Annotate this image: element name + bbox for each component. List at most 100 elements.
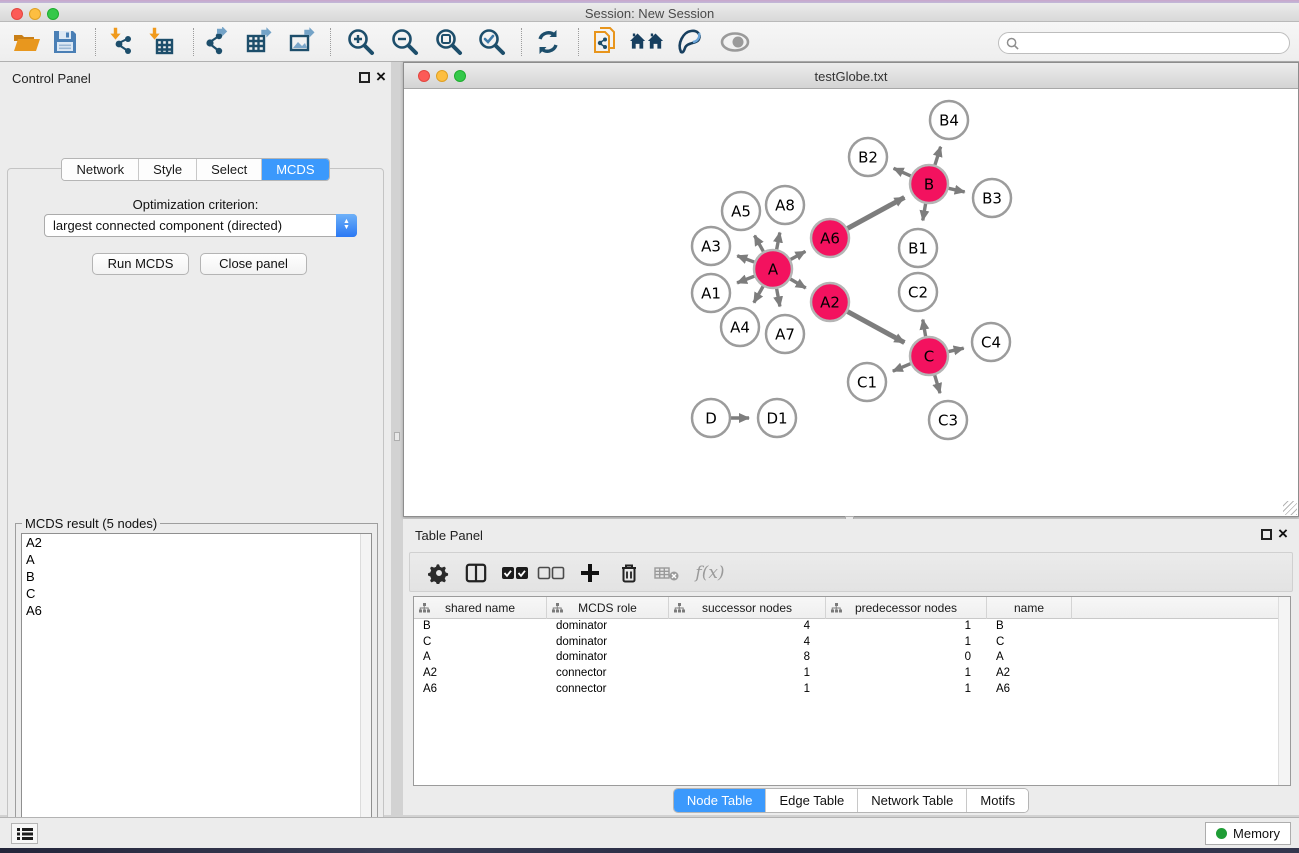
column-header-name[interactable]: name	[987, 597, 1072, 619]
node-A8[interactable]: A8	[766, 186, 804, 224]
node-A2[interactable]: A2	[811, 283, 849, 321]
export-table-button[interactable]	[244, 26, 278, 58]
refresh-layout-button[interactable]	[531, 26, 565, 58]
table-row[interactable]: Adominator80A	[414, 650, 1290, 666]
export-image-button[interactable]	[287, 26, 321, 58]
edge-A-A4[interactable]	[754, 286, 763, 302]
zoom-in-button[interactable]	[344, 26, 378, 58]
column-header-MCDS-role[interactable]: MCDS role	[547, 597, 669, 619]
edge-C-C3[interactable]	[935, 375, 940, 393]
tab-network[interactable]: Network	[62, 159, 138, 180]
edge-A-A6[interactable]	[791, 251, 806, 259]
edge-B-B2[interactable]	[894, 168, 911, 176]
mcds-result-item[interactable]: A6	[22, 602, 371, 619]
node-D1[interactable]: D1	[758, 399, 796, 437]
zoom-fit-button[interactable]	[432, 26, 466, 58]
import-table-button[interactable]	[143, 26, 177, 58]
edge-B-B1[interactable]	[923, 204, 926, 221]
visual-styles-button[interactable]	[673, 26, 707, 58]
tab-select[interactable]: Select	[196, 159, 261, 180]
delete-column-button[interactable]	[612, 557, 646, 589]
table-row[interactable]: Bdominator41B	[414, 619, 1290, 635]
node-B3[interactable]: B3	[973, 179, 1011, 217]
mcds-result-item[interactable]: B	[22, 568, 371, 585]
edge-C-C2[interactable]	[923, 320, 926, 337]
table-row[interactable]: Cdominator41C	[414, 635, 1290, 651]
edge-A-A5[interactable]	[755, 236, 764, 252]
mcds-result-list[interactable]: A2ABCA6	[21, 533, 372, 853]
table-settings-button[interactable]	[422, 557, 456, 589]
edge-A-A1[interactable]	[737, 276, 754, 283]
mcds-result-item[interactable]: A	[22, 551, 371, 568]
column-header-predecessor-nodes[interactable]: predecessor nodes	[826, 597, 987, 619]
tab-mcds[interactable]: MCDS	[261, 159, 328, 180]
edge-A-A3[interactable]	[737, 256, 754, 262]
splitter-handle[interactable]	[394, 432, 400, 441]
tab-motifs[interactable]: Motifs	[966, 789, 1028, 812]
toolbar-search[interactable]	[998, 32, 1290, 54]
tab-style[interactable]: Style	[138, 159, 196, 180]
delete-table-button[interactable]	[650, 557, 684, 589]
save-session-button[interactable]	[48, 26, 82, 58]
node-C[interactable]: C	[910, 337, 948, 375]
network-window-titlebar[interactable]: testGlobe.txt	[404, 63, 1298, 89]
network-graph[interactable]: B4B2BB3A5A8A6B1A3AC2A1A2A4A7C4CC1DD1C3	[404, 89, 1298, 516]
panel-splitter-vertical[interactable]	[391, 62, 403, 815]
edge-A-A7[interactable]	[777, 289, 780, 307]
main-titlebar[interactable]: Session: New Session	[0, 3, 1299, 22]
add-column-button[interactable]	[573, 557, 607, 589]
export-network-button[interactable]	[201, 26, 235, 58]
node-A[interactable]: A	[754, 250, 792, 288]
show-hide-panel-button[interactable]	[718, 26, 752, 58]
float-panel-icon[interactable]	[359, 72, 370, 83]
zoom-selected-button[interactable]	[475, 26, 509, 58]
tab-edge-table[interactable]: Edge Table	[765, 789, 857, 812]
column-header-shared-name[interactable]: shared name	[414, 597, 547, 619]
edge-A6-B[interactable]	[848, 197, 905, 228]
node-table[interactable]: shared nameMCDS rolesuccessor nodesprede…	[413, 596, 1291, 786]
table-row[interactable]: A6connector11A6	[414, 682, 1290, 698]
node-B4[interactable]: B4	[930, 101, 968, 139]
node-C4[interactable]: C4	[972, 323, 1010, 361]
node-A6[interactable]: A6	[811, 219, 849, 257]
home-layout-button[interactable]	[630, 26, 664, 58]
import-network-button[interactable]	[104, 26, 138, 58]
close-table-panel-icon[interactable]: ×	[1278, 524, 1288, 544]
node-A3[interactable]: A3	[692, 227, 730, 265]
node-A5[interactable]: A5	[722, 192, 760, 230]
search-input[interactable]	[1019, 34, 1289, 52]
node-A4[interactable]: A4	[721, 308, 759, 346]
criterion-dropdown[interactable]: largest connected component (directed) ▲…	[44, 214, 357, 237]
network-canvas[interactable]: B4B2BB3A5A8A6B1A3AC2A1A2A4A7C4CC1DD1C3	[404, 89, 1298, 516]
window-resize-grip[interactable]	[1283, 501, 1297, 515]
mcds-result-item[interactable]: A2	[22, 534, 371, 551]
edge-B-B4[interactable]	[935, 147, 941, 165]
task-history-button[interactable]	[11, 823, 38, 844]
memory-button[interactable]: Memory	[1205, 822, 1291, 845]
node-C3[interactable]: C3	[929, 401, 967, 439]
close-panel-icon[interactable]: ×	[376, 67, 386, 87]
run-mcds-button[interactable]: Run MCDS	[92, 253, 189, 275]
edge-A-A8[interactable]	[777, 233, 780, 250]
result-scrollbar[interactable]	[360, 534, 371, 853]
tab-node-table[interactable]: Node Table	[674, 789, 766, 812]
node-C2[interactable]: C2	[899, 273, 937, 311]
clone-network-button[interactable]	[589, 26, 623, 58]
node-B[interactable]: B	[910, 165, 948, 203]
close-panel-button[interactable]: Close panel	[200, 253, 307, 275]
unselect-all-checks-button[interactable]	[534, 557, 568, 589]
function-builder-button[interactable]: f(x)	[688, 557, 732, 589]
tab-network-table[interactable]: Network Table	[857, 789, 966, 812]
edge-A2-C[interactable]	[848, 312, 905, 343]
node-B2[interactable]: B2	[849, 138, 887, 176]
node-C1[interactable]: C1	[848, 363, 886, 401]
edge-C-C4[interactable]	[949, 348, 964, 351]
node-A1[interactable]: A1	[692, 274, 730, 312]
select-all-checks-button[interactable]	[498, 557, 532, 589]
column-header-successor-nodes[interactable]: successor nodes	[669, 597, 826, 619]
float-table-panel-icon[interactable]	[1261, 529, 1272, 540]
edge-A-A2[interactable]	[790, 279, 805, 288]
node-A7[interactable]: A7	[766, 315, 804, 353]
mcds-result-item[interactable]: C	[22, 585, 371, 602]
table-scrollbar[interactable]	[1278, 597, 1290, 785]
